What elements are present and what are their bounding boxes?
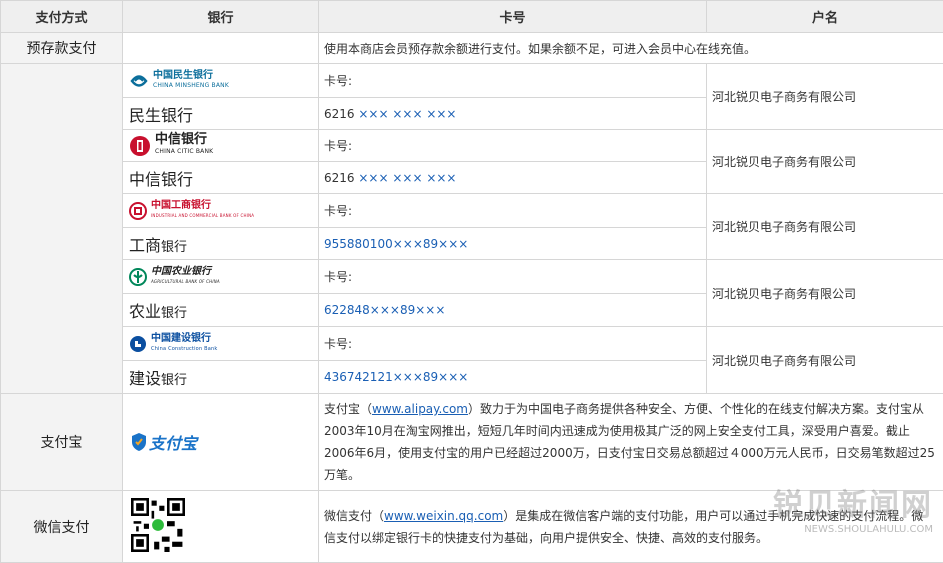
- icbc-name-big: 工商: [129, 236, 161, 255]
- ccb-card-mask: 436742121×××89×××: [324, 370, 468, 384]
- abc-company: 河北锐贝电子商务有限公司: [707, 260, 943, 327]
- icbc-card-label: 卡号:: [319, 194, 707, 228]
- minsheng-name-big: 民生: [129, 106, 161, 125]
- watermark-sub: NEWS.SHOULAHULU.COM: [773, 524, 933, 535]
- citic-emblem-icon: [129, 135, 151, 157]
- abc-name: 农业银行: [123, 294, 319, 327]
- alipay-desc-pre: 支付宝（: [324, 402, 372, 416]
- minsheng-emblem-icon: [129, 72, 149, 90]
- citic-logo: 中信银行CHINA CITIC BANK: [129, 135, 318, 157]
- ccb-logo-en: China Construction Bank: [151, 344, 217, 354]
- ccb-name-small: 银行: [161, 373, 187, 388]
- citic-company: 河北锐贝电子商务有限公司: [707, 130, 943, 194]
- citic-logo-en: CHINA CITIC BANK: [155, 146, 213, 158]
- abc-name-small: 银行: [161, 306, 187, 321]
- abc-card-label: 卡号:: [319, 260, 707, 294]
- abc-name-big: 农业: [129, 302, 161, 321]
- site-watermark: 锐贝新闻网 NEWS.SHOULAHULU.COM: [773, 480, 933, 535]
- icbc-name: 工商银行: [123, 228, 319, 260]
- minsheng-company: 河北锐贝电子商务有限公司: [707, 64, 943, 130]
- icbc-card-mask: 955880100×××89×××: [324, 237, 468, 251]
- icbc-name-small: 银行: [161, 240, 187, 255]
- abc-logo-en: AGRICULTURAL BANK OF CHINA: [151, 277, 220, 287]
- abc-logo-cn: 中国农业银行: [151, 266, 211, 277]
- ccb-logo: 中国建设银行China Construction Bank: [129, 333, 318, 355]
- watermark-main: 锐贝新闻网: [773, 480, 933, 524]
- prepaid-bank-empty: [123, 33, 319, 64]
- prepaid-row: 预存款支付 使用本商店会员预存款余额进行支付。如果余额不足，可进入会员中心在线充…: [1, 33, 943, 64]
- prepaid-description: 使用本商店会员预存款余额进行支付。如果余额不足，可进入会员中心在线充值。: [319, 33, 943, 64]
- ccb-card-number: 436742121×××89×××: [319, 361, 707, 394]
- citic-logo-cell: 中信银行CHINA CITIC BANK: [123, 130, 319, 162]
- bank-row-citic: 中信银行CHINA CITIC BANK 卡号: 河北锐贝电子商务有限公司: [1, 130, 943, 162]
- alipay-shield-icon: [131, 432, 147, 452]
- ccb-emblem-icon: [129, 335, 147, 353]
- icbc-emblem-icon: [129, 202, 147, 220]
- ccb-name: 建设银行: [123, 361, 319, 394]
- alipay-description: 支付宝（www.alipay.com）致力于为中国电子商务提供各种安全、方便、个…: [319, 394, 943, 491]
- col-header-card: 卡号: [319, 1, 707, 33]
- payment-table: 支付方式 银行 卡号 户名 预存款支付 使用本商店会员预存款余额进行支付。如果余…: [0, 0, 943, 563]
- citic-card-prefix: 6216: [324, 171, 358, 185]
- citic-name-big: 中信: [129, 170, 161, 189]
- abc-emblem-icon: [129, 268, 147, 286]
- abc-card-number: 622848×××89×××: [319, 294, 707, 327]
- abc-logo-cell: 中国农业银行AGRICULTURAL BANK OF CHINA: [123, 260, 319, 294]
- minsheng-card-mask: ××× ××× ×××: [358, 107, 456, 121]
- alipay-link[interactable]: www.alipay.com: [372, 402, 468, 416]
- table-header-row: 支付方式 银行 卡号 户名: [1, 1, 943, 33]
- minsheng-logo: 中国民生银行CHINA MINSHENG BANK: [129, 70, 318, 92]
- icbc-logo-cell: 中国工商银行INDUSTRIAL AND COMMERCIAL BANK OF …: [123, 194, 319, 228]
- alipay-logo-text: 支付宝: [149, 430, 197, 454]
- col-header-method: 支付方式: [1, 1, 123, 33]
- citic-name-small: 银行: [161, 170, 193, 189]
- wechat-desc-pre: 微信支付（: [324, 509, 384, 523]
- ccb-name-big: 建设: [129, 369, 161, 388]
- icbc-company: 河北锐贝电子商务有限公司: [707, 194, 943, 260]
- bank-row-minsheng: 中国民生银行CHINA MINSHENG BANK 卡号: 河北锐贝电子商务有限…: [1, 64, 943, 98]
- col-header-bank: 银行: [123, 1, 319, 33]
- wechat-method: 微信支付: [1, 491, 123, 563]
- icbc-card-number: 955880100×××89×××: [319, 228, 707, 260]
- icbc-logo: 中国工商银行INDUSTRIAL AND COMMERCIAL BANK OF …: [129, 200, 318, 222]
- citic-card-number: 6216 ××× ××× ×××: [319, 162, 707, 194]
- icbc-logo-cn: 中国工商银行: [151, 200, 211, 211]
- wechat-link[interactable]: www.weixin.qq.com: [384, 509, 503, 523]
- citic-card-label: 卡号:: [319, 130, 707, 162]
- bank-transfer-method-cell: [1, 64, 123, 394]
- ccb-logo-cn: 中国建设银行: [151, 333, 211, 344]
- wechat-qr-cell: [123, 491, 319, 563]
- alipay-logo: 支付宝: [123, 430, 318, 454]
- abc-card-mask: 622848×××89×××: [324, 303, 445, 317]
- prepaid-method: 预存款支付: [1, 33, 123, 64]
- minsheng-name: 民生银行: [123, 98, 319, 130]
- icbc-logo-en: INDUSTRIAL AND COMMERCIAL BANK OF CHINA: [151, 211, 254, 221]
- minsheng-card-label: 卡号:: [319, 64, 707, 98]
- minsheng-name-small: 银行: [161, 106, 193, 125]
- wechat-qr-code-icon: [131, 498, 185, 552]
- ccb-card-label: 卡号:: [319, 327, 707, 361]
- minsheng-card-number: 6216 ××× ××× ×××: [319, 98, 707, 130]
- alipay-method: 支付宝: [1, 394, 123, 491]
- minsheng-logo-en: CHINA MINSHENG BANK: [153, 81, 229, 91]
- ccb-company: 河北锐贝电子商务有限公司: [707, 327, 943, 394]
- abc-logo: 中国农业银行AGRICULTURAL BANK OF CHINA: [129, 266, 318, 288]
- alipay-row: 支付宝 支付宝 支付宝（www.alipay.com）致力于为中国电子商务提供各…: [1, 394, 943, 491]
- citic-card-mask: ××× ××× ×××: [358, 171, 456, 185]
- citic-name: 中信银行: [123, 162, 319, 194]
- minsheng-logo-cell: 中国民生银行CHINA MINSHENG BANK: [123, 64, 319, 98]
- col-header-account-name: 户名: [707, 1, 943, 33]
- alipay-logo-cell: 支付宝: [123, 394, 319, 491]
- bank-row-icbc: 中国工商银行INDUSTRIAL AND COMMERCIAL BANK OF …: [1, 194, 943, 228]
- bank-row-ccb: 中国建设银行China Construction Bank 卡号: 河北锐贝电子…: [1, 327, 943, 361]
- bank-row-abc: 中国农业银行AGRICULTURAL BANK OF CHINA 卡号: 河北锐…: [1, 260, 943, 294]
- ccb-logo-cell: 中国建设银行China Construction Bank: [123, 327, 319, 361]
- citic-logo-cn: 中信银行: [155, 132, 207, 147]
- minsheng-card-prefix: 6216: [324, 107, 358, 121]
- minsheng-logo-cn: 中国民生银行: [153, 70, 213, 81]
